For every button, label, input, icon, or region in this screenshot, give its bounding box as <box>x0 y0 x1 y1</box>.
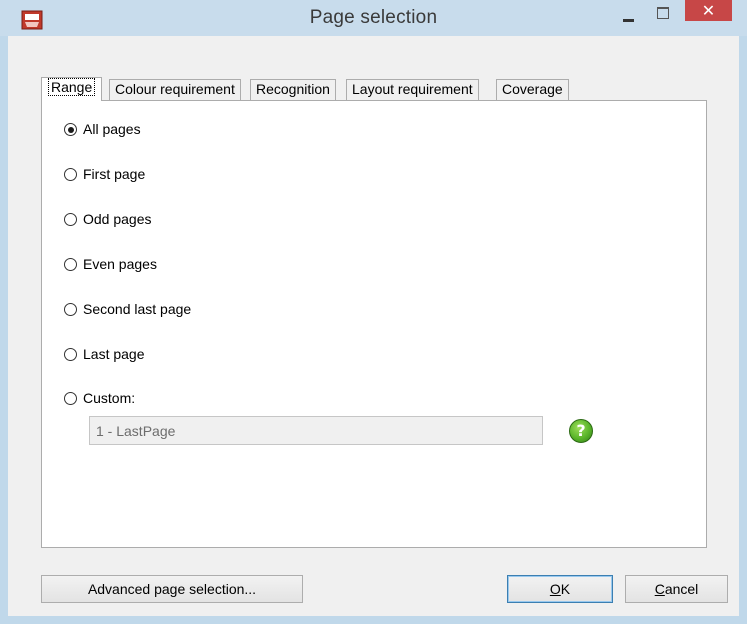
radio-label: Last page <box>83 346 145 362</box>
minimize-button[interactable] <box>617 6 643 28</box>
radio-label: Odd pages <box>83 211 152 227</box>
radio-button[interactable] <box>64 348 77 361</box>
advanced-page-selection-button[interactable]: Advanced page selection... <box>41 575 303 603</box>
tab-coverage[interactable]: Coverage <box>496 79 569 100</box>
radio-label: Even pages <box>83 256 157 272</box>
dialog-window: Page selection ✕ Range Colour requiremen… <box>0 0 747 624</box>
radio-button[interactable] <box>64 168 77 181</box>
tab-recognition[interactable]: Recognition <box>250 79 336 100</box>
range-tab-panel: All pages First page Odd pages Even page… <box>41 100 707 548</box>
cancel-button[interactable]: Cancel <box>625 575 728 603</box>
tab-colour-requirement-label: Colour requirement <box>115 81 235 97</box>
tab-range-label: Range <box>48 78 96 96</box>
custom-range-input[interactable] <box>89 416 543 445</box>
radio-button[interactable] <box>64 123 77 136</box>
tab-colour-requirement[interactable]: Colour requirement <box>109 79 241 100</box>
cancel-mnemonic: C <box>654 581 665 597</box>
help-icon[interactable]: ? <box>569 419 593 443</box>
radio-label: First page <box>83 166 146 182</box>
ok-label-rest: K <box>560 581 571 597</box>
radio-label: All pages <box>83 121 141 137</box>
tab-range[interactable]: Range <box>41 77 103 101</box>
radio-button[interactable] <box>64 258 77 271</box>
tab-layout-requirement[interactable]: Layout requirement <box>346 79 479 100</box>
cancel-label-rest: ancel <box>664 581 699 597</box>
maximize-button[interactable] <box>650 3 676 25</box>
radio-button[interactable] <box>64 213 77 226</box>
tab-coverage-label: Coverage <box>502 81 563 97</box>
tab-layout-requirement-label: Layout requirement <box>352 81 473 97</box>
radio-label: Custom: <box>83 390 136 406</box>
radio-button[interactable] <box>64 303 77 316</box>
radio-label: Second last page <box>83 301 192 317</box>
ok-button[interactable]: OK <box>507 575 613 603</box>
title-bar[interactable]: Page selection ✕ <box>0 0 747 36</box>
close-button[interactable]: ✕ <box>685 0 732 21</box>
radio-button[interactable] <box>64 392 77 405</box>
close-icon: ✕ <box>701 1 716 20</box>
ok-mnemonic: O <box>549 581 561 597</box>
tab-recognition-label: Recognition <box>256 81 330 97</box>
